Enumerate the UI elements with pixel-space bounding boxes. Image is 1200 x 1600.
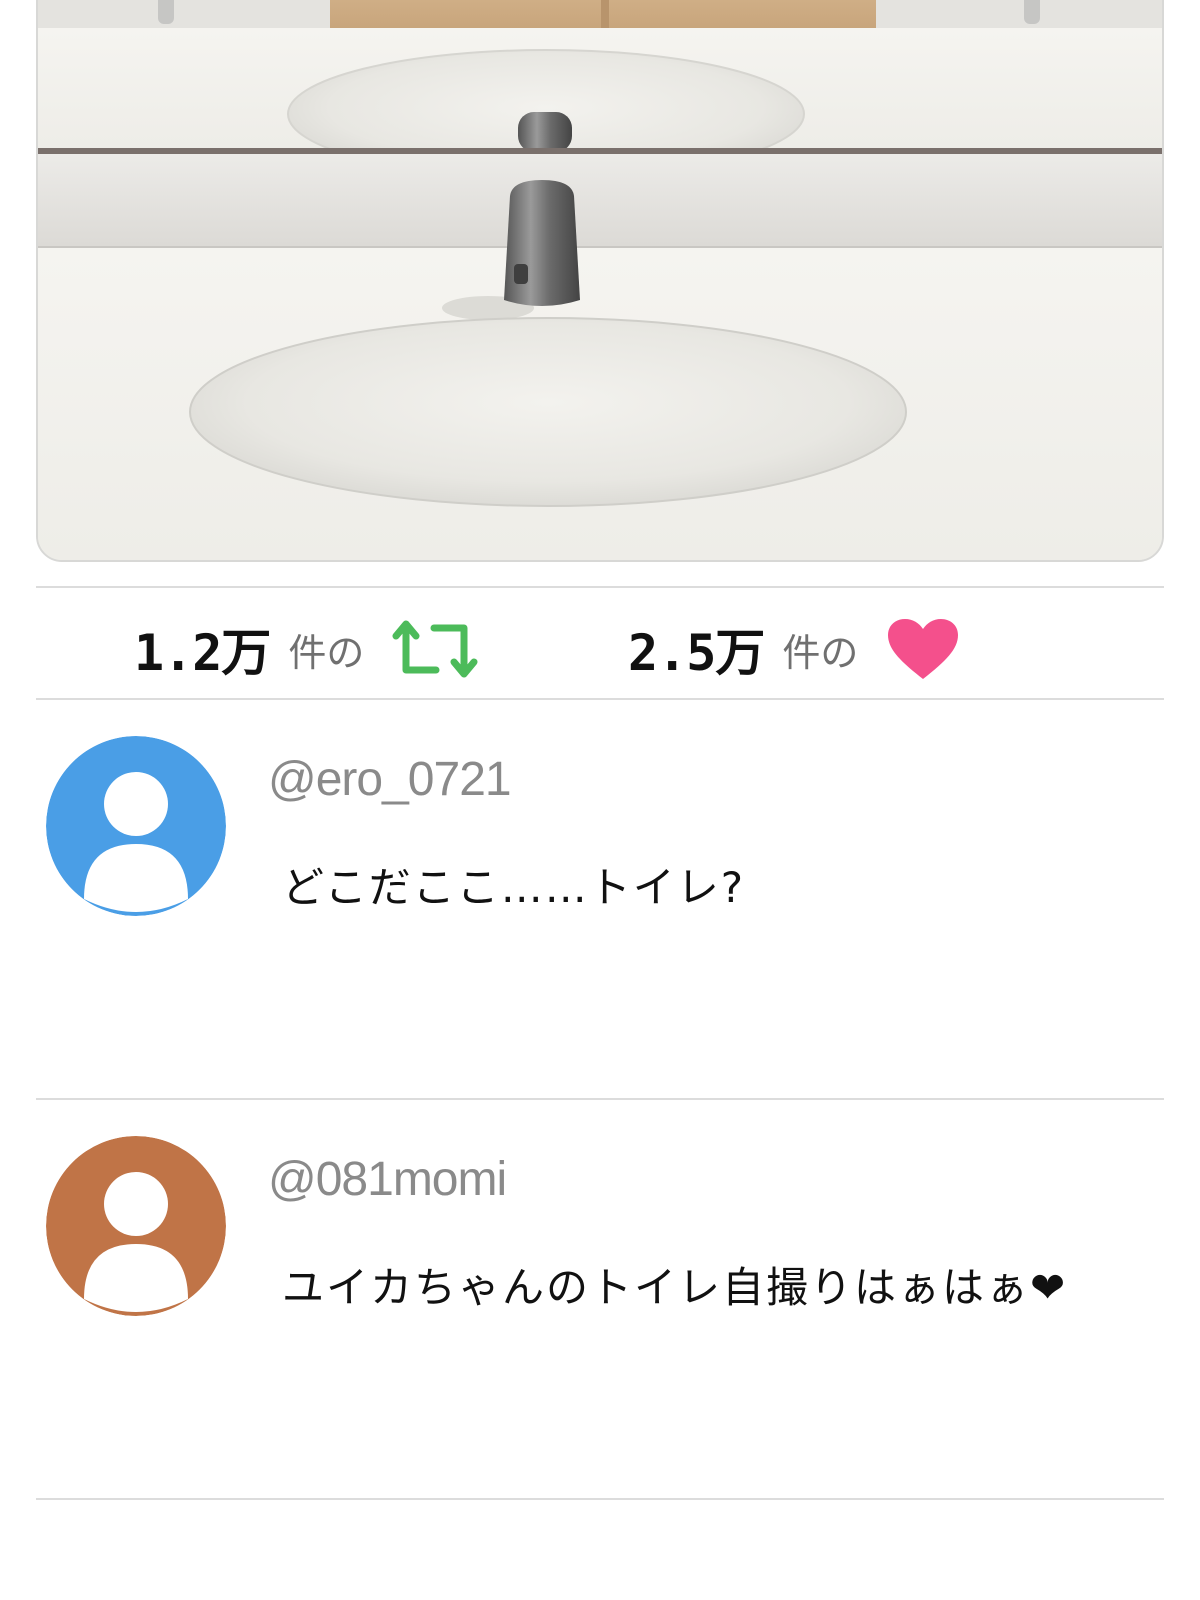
- like-unit-label: 件の: [782, 630, 859, 675]
- divider: [36, 586, 1164, 588]
- post-stats: 1.2万 件の 2.5万 件の: [36, 600, 1164, 700]
- user-avatar-icon[interactable]: [46, 1136, 226, 1316]
- like-count: 2.5万: [628, 624, 765, 682]
- retweet-icon[interactable]: [392, 618, 478, 680]
- comment-item: @081momi ユイカちゃんのトイレ自撮りはぁはぁ❤: [36, 1136, 1164, 1496]
- retweet-count: 1.2万: [134, 624, 271, 682]
- comment-item: @ero_0721 どこだここ……トイレ?: [36, 736, 1164, 1096]
- heart-icon[interactable]: [886, 617, 960, 681]
- divider: [36, 1098, 1164, 1100]
- retweet-stat[interactable]: 1.2万 件の: [134, 614, 478, 684]
- post-image[interactable]: [36, 0, 1164, 562]
- comment-text: ユイカちゃんのトイレ自撮りはぁはぁ❤: [282, 1263, 1068, 1312]
- retweet-unit-label: 件の: [288, 630, 365, 675]
- divider: [36, 1498, 1164, 1500]
- comment-text: どこだここ……トイレ?: [282, 863, 746, 912]
- comment-handle[interactable]: @081momi: [268, 1152, 507, 1207]
- like-stat[interactable]: 2.5万 件の: [628, 614, 960, 684]
- sink-illustration: [38, 0, 1162, 560]
- comment-handle[interactable]: @ero_0721: [268, 752, 512, 807]
- divider: [36, 698, 1164, 700]
- user-avatar-icon[interactable]: [46, 736, 226, 916]
